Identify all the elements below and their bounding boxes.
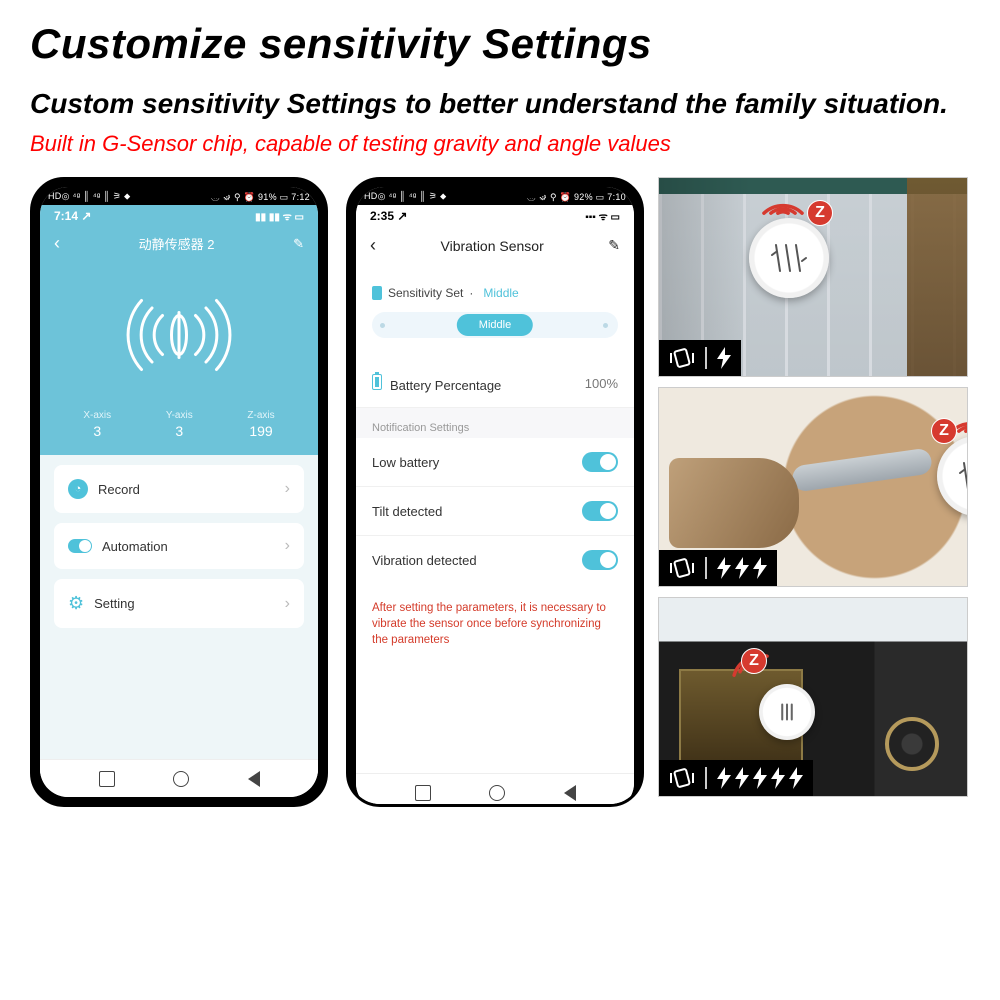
- app-status-bar: 2:35 ↗ ▪▪▪ ᯤ ▭: [356, 205, 634, 227]
- intensity-strip: [659, 340, 741, 376]
- back-button[interactable]: ‹: [54, 233, 60, 254]
- switch-vibration[interactable]: [582, 550, 618, 570]
- screen-title: Vibration Sensor: [441, 238, 544, 254]
- gear-icon: ⚙: [68, 593, 84, 614]
- nav-recent-button[interactable]: [99, 771, 115, 787]
- warning-text: After setting the parameters, it is nece…: [356, 584, 634, 664]
- toggle-row-low-battery: Low battery: [356, 438, 634, 487]
- clock-icon: ◔: [68, 479, 88, 499]
- toggle-row-vibration: Vibration detected: [356, 536, 634, 584]
- nav-row-record[interactable]: ◔Record ›: [54, 465, 304, 513]
- android-nav-bar: [40, 759, 318, 797]
- sensitivity-slider[interactable]: Middle: [372, 312, 618, 338]
- intensity-strip: [659, 550, 777, 586]
- signal-waves-icon: [757, 182, 809, 217]
- bolt-icon: [771, 767, 785, 789]
- bolt-icon: [717, 767, 731, 789]
- toggle-icon: [68, 539, 92, 553]
- axis-readings: X-axis3 Y-axis3 Z-axis199: [40, 410, 318, 439]
- sensor-device-icon: [749, 218, 829, 298]
- nav-home-button[interactable]: [489, 785, 505, 801]
- signal-icons: ▮▮ ▮▮ ᯤ ▭: [255, 209, 304, 223]
- vibrate-icon: [669, 347, 695, 369]
- sensor-device-icon: [759, 684, 815, 740]
- zigbee-badge-icon: Z: [741, 648, 767, 674]
- back-button[interactable]: ‹: [370, 235, 376, 256]
- nav-row-setting[interactable]: ⚙Setting ›: [54, 579, 304, 628]
- clock-label: 2:35 ↗: [370, 209, 407, 223]
- edit-icon[interactable]: ✎: [608, 237, 620, 254]
- clock-label: 7:14 ↗: [54, 209, 91, 223]
- slider-pill: Middle: [457, 314, 533, 336]
- chevron-right-icon: ›: [285, 480, 290, 498]
- usage-tile-door: Z: [658, 387, 968, 587]
- bolt-icon: [717, 347, 731, 369]
- bolt-icon: [753, 557, 767, 579]
- toggle-row-tilt: Tilt detected: [356, 487, 634, 536]
- usage-tile-window: Z: [658, 177, 968, 377]
- switch-low-battery[interactable]: [582, 452, 618, 472]
- bolt-icon: [735, 557, 749, 579]
- intensity-bolts: [717, 767, 803, 789]
- intensity-bolts: [717, 347, 731, 369]
- bolt-icon: [753, 767, 767, 789]
- app-status-bar: 7:14 ↗ ▮▮ ▮▮ ᯤ ▭: [40, 205, 318, 227]
- nav-back-button[interactable]: [564, 785, 576, 801]
- vibration-sensor-graphic: [40, 260, 318, 410]
- chevron-right-icon: ›: [285, 595, 290, 613]
- sensitivity-label: Sensitivity Set · Middle: [372, 286, 618, 300]
- nav-back-button[interactable]: [248, 771, 260, 787]
- chevron-right-icon: ›: [285, 537, 290, 555]
- vibrate-icon: [669, 557, 695, 579]
- page-subtitle: Custom sensitivity Settings to better un…: [30, 86, 970, 121]
- sensitivity-icon: [372, 286, 382, 300]
- nav-recent-button[interactable]: [415, 785, 431, 801]
- sensor-device-icon: [937, 436, 968, 516]
- bolt-icon: [735, 767, 749, 789]
- battery-row: Battery Percentage 100%: [356, 360, 634, 408]
- phone-mockup-2: HD◎ ⁴ᵍ ║ ⁴ᵍ ║ ⚞ ⬥ ⓝ ⚙ ⚲ ⏰ 92% ▭ 7:10 2:3…: [346, 177, 644, 807]
- bolt-icon: [717, 557, 731, 579]
- bolt-icon: [789, 767, 803, 789]
- battery-icon: [372, 374, 382, 390]
- page-highlight: Built in G-Sensor chip, capable of testi…: [30, 131, 970, 157]
- switch-tilt[interactable]: [582, 501, 618, 521]
- nav-row-automation[interactable]: Automation ›: [54, 523, 304, 569]
- android-nav-bar: [356, 773, 634, 807]
- intensity-bolts: [717, 557, 767, 579]
- signal-icons: ▪▪▪ ᯤ ▭: [585, 209, 620, 223]
- section-label: Notification Settings: [356, 408, 634, 438]
- usage-tile-safe: Z: [658, 597, 968, 797]
- zigbee-badge-icon: Z: [807, 200, 833, 226]
- nav-home-button[interactable]: [173, 771, 189, 787]
- intensity-strip: [659, 760, 813, 796]
- page-title: Customize sensitivity Settings: [30, 20, 970, 68]
- edit-icon[interactable]: ✎: [293, 236, 304, 252]
- device-title: 动静传感器 2: [139, 234, 215, 253]
- vibrate-icon: [669, 767, 695, 789]
- phone-mockup-1: HD◎ ⁴ᵍ ║ ⁴ᵍ ║ ⚞ ⬥ ⓝ ⚙ ⚲ ⏰ 91% ▭ 7:12 7:1…: [30, 177, 328, 807]
- zigbee-badge-icon: Z: [931, 418, 957, 444]
